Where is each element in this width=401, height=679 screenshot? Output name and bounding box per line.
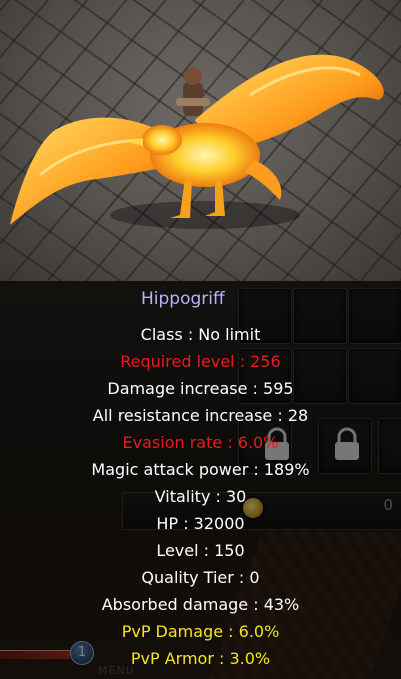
stat-line-pvp-damage: PvP Damage : 6.0% [121,622,280,641]
game-screen: 0 1 MENU Hippogriff Class : No limit Req… [0,0,401,679]
stat-line-required-level: Required level : 256 [120,352,281,371]
stat-line: HP : 32000 [156,514,245,533]
stat-line: Quality Tier : 0 [141,568,260,587]
stat-line: Damage increase : 595 [107,379,294,398]
stat-line: Magic attack power : 189% [91,460,310,479]
item-tooltip: Hippogriff Class : No limit Required lev… [0,281,401,679]
item-name: Hippogriff [141,289,225,309]
stat-line: All resistance increase : 28 [92,406,309,425]
stat-line: Absorbed damage : 43% [101,595,300,614]
stat-line: Vitality : 30 [154,487,247,506]
stat-line-evasion: Evasion rate : 6.0% [122,433,279,452]
hippogriff-model [10,54,384,229]
mount-preview [0,0,401,281]
stat-line-pvp-armor: PvP Armor : 3.0% [130,649,271,668]
stat-line: Class : No limit [140,325,261,344]
stat-line: Level : 150 [156,541,245,560]
